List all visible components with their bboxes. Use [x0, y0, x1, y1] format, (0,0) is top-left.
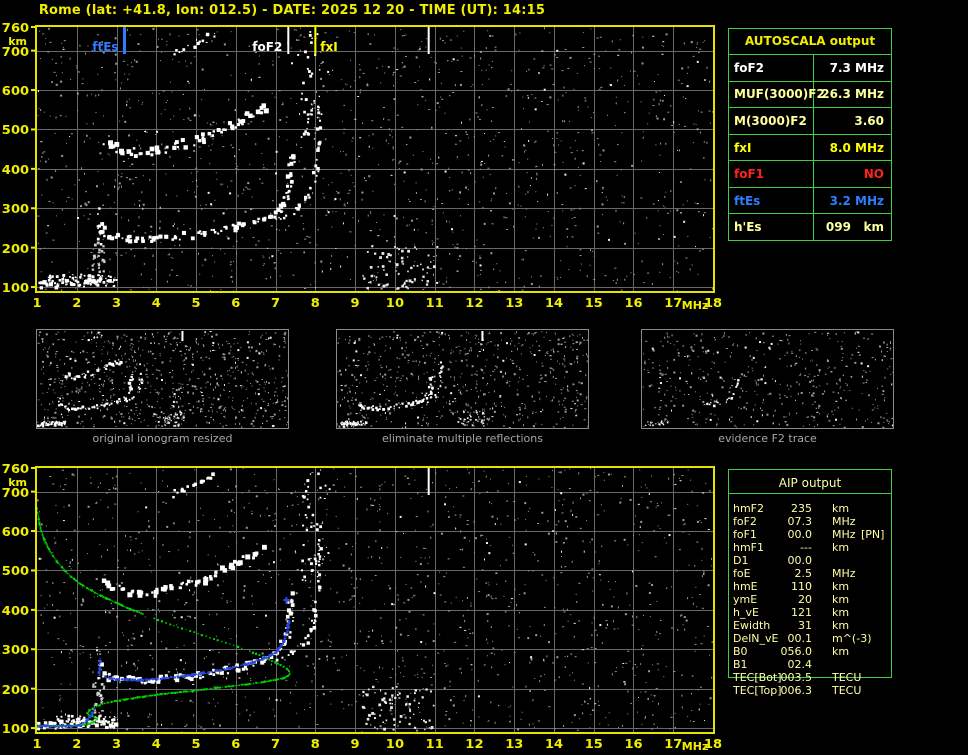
aip-label: hmE	[733, 580, 758, 593]
aip-unit: km	[832, 645, 850, 658]
aip-value: 00.1	[787, 632, 813, 645]
aip-row-hme: hmE 110 km	[728, 580, 892, 593]
aip-row-h-ve: h_vE 121 km	[728, 606, 892, 619]
aip-unit: TECU	[832, 684, 862, 697]
aip-note: [PN]	[861, 528, 885, 541]
aip-unit: MHz	[832, 515, 856, 528]
aip-unit: km	[832, 541, 850, 554]
thumbnail-caption-eliminate: eliminate multiple reflections	[382, 432, 543, 445]
aip-row-hmf1: hmF1 --- km	[728, 541, 892, 554]
autoscala-param-value: 7.3 MHz	[829, 60, 884, 75]
aip-value: 20	[798, 593, 812, 606]
aip-row-tec-bot-: TEC[Bot] 003.5 TECU	[728, 671, 892, 684]
autoscala-param-label: foF1	[729, 161, 814, 187]
thumbnail-evidence-f2	[641, 329, 894, 429]
autoscala-output-table: AUTOSCALA output foF2 7.3 MHz MUF(3000)F2 2…	[728, 28, 892, 241]
top-ionogram-canvas	[0, 20, 724, 318]
aip-table-title: AIP output	[778, 476, 842, 490]
autoscala-row-fof2: foF2 7.3 MHz	[729, 55, 891, 82]
aip-row-foe: foE 2.5 MHz	[728, 567, 892, 580]
aip-value: 056.0	[780, 645, 813, 658]
aip-label: ymE	[733, 593, 758, 606]
station-title: Rome (lat: +41.8, lon: 012.5) - DATE: 20…	[38, 3, 546, 18]
autoscala-param-value: NO	[863, 167, 884, 182]
aip-row-fof1: foF1 00.0 MHz [PN]	[728, 528, 892, 541]
aip-unit: km	[832, 502, 850, 515]
aip-row-d1: D1 00.0	[728, 554, 892, 567]
autoscala-row-muf-3000-f2: MUF(3000)F2 26.3 MHz	[729, 81, 891, 109]
autoscala-param-label: M(3000)F2	[729, 108, 814, 134]
aip-value: 07.3	[787, 515, 813, 528]
aip-unit: m^(-3)	[832, 632, 872, 645]
aip-unit: km	[832, 606, 850, 619]
aip-label: foF1	[733, 528, 757, 541]
aip-value: 110	[791, 580, 812, 593]
aip-unit: TECU	[832, 671, 862, 684]
autoscala-param-value: 8.0 MHz	[829, 140, 884, 155]
aip-row-b0: B0 056.0 km	[728, 645, 892, 658]
autoscala-param-label: fxI	[729, 134, 814, 161]
autoscala-row-h-es: h'Es 099 km	[729, 214, 891, 241]
thumbnail-caption-evidence: evidence F2 trace	[718, 432, 817, 445]
aip-value: 235	[791, 502, 812, 515]
aip-table-rows: hmF2 235 km foF2 07.3 MHz foF1 00.0 MHz [PN] hmF1-…	[728, 502, 892, 697]
autoscala-row-fof1: foF1 NO	[729, 161, 891, 188]
aip-title-separator	[728, 493, 892, 494]
aip-row-b1: B1 02.4	[728, 658, 892, 671]
autoscala-row-ftes: ftEs 3.2 MHz	[729, 187, 891, 215]
aip-unit: km	[832, 619, 850, 632]
aip-label: B0	[733, 645, 748, 658]
aip-value: ---	[800, 541, 812, 554]
autoscala-app-window: Rome (lat: +41.8, lon: 012.5) - DATE: 20…	[0, 0, 968, 755]
aip-row-fof2: foF2 07.3 MHz	[728, 515, 892, 528]
aip-unit: MHz	[832, 528, 856, 541]
aip-value: 00.0	[787, 554, 813, 567]
aip-unit: km	[832, 593, 850, 606]
aip-row-deln-ve: DelN_vE 00.1 m^(-3)	[728, 632, 892, 645]
aip-label: D1	[733, 554, 749, 567]
autoscala-param-value: 3.60	[854, 113, 884, 128]
aip-label: B1	[733, 658, 748, 671]
aip-value: 121	[791, 606, 812, 619]
autoscala-row-fxi: fxI 8.0 MHz	[729, 134, 891, 162]
aip-label: foE	[733, 567, 751, 580]
autoscala-row-m-3000-f2: M(3000)F2 3.60	[729, 108, 891, 135]
aip-value: 00.0	[787, 528, 813, 541]
autoscala-param-label: ftEs	[729, 187, 814, 214]
aip-row-tec-top-: TEC[Top] 006.3 TECU	[728, 684, 892, 697]
aip-row-hmf2: hmF2 235 km	[728, 502, 892, 515]
autoscala-param-label: MUF(3000)F2	[729, 81, 825, 108]
autoscala-param-value: 26.3 MHz	[821, 87, 884, 102]
autoscala-param-value: 099 km	[825, 220, 884, 235]
aip-value: 003.5	[780, 671, 813, 684]
aip-row-yme: ymE 20 km	[728, 593, 892, 606]
thumbnail-original-ionogram	[36, 329, 289, 429]
autoscala-table-rows: foF2 7.3 MHz MUF(3000)F2 26.3 MHz M(3000)F2 3…	[729, 55, 891, 241]
thumbnail-evidence-canvas	[642, 330, 893, 428]
aip-row-ewidth: Ewidth 31 km	[728, 619, 892, 632]
aip-label: foF2	[733, 515, 757, 528]
aip-value: 2.5	[794, 567, 813, 580]
thumbnail-caption-original: original ionogram resized	[92, 432, 233, 445]
autoscala-table-title: AUTOSCALA output	[729, 29, 891, 55]
autoscala-param-label: foF2	[729, 55, 814, 81]
thumbnail-eliminate-canvas	[337, 330, 588, 428]
autoscala-param-value: 3.2 MHz	[829, 193, 884, 208]
thumbnail-eliminate-reflections	[336, 329, 589, 429]
aip-value: 006.3	[780, 684, 813, 697]
aip-unit: km	[832, 580, 850, 593]
aip-value: 02.4	[787, 658, 813, 671]
aip-unit: MHz	[832, 567, 856, 580]
aip-value: 31	[798, 619, 812, 632]
autoscala-param-label: h'Es	[729, 214, 814, 241]
bottom-ionogram-canvas	[0, 460, 724, 755]
thumbnail-original-canvas	[37, 330, 288, 428]
